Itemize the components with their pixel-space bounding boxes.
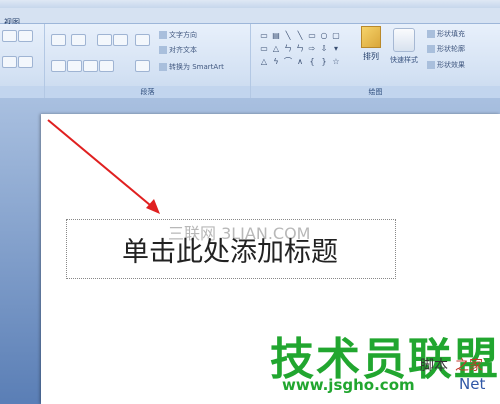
clear-format-button[interactable]	[2, 56, 17, 68]
quick-styles-label: 快速样式	[390, 56, 418, 64]
text-direction-icon	[159, 31, 167, 39]
decrease-indent-button[interactable]	[97, 34, 112, 46]
window-title-bar	[0, 0, 500, 8]
shape-effects-label: 形状效果	[437, 61, 465, 69]
shape-outline-label: 形状轮廓	[437, 45, 465, 53]
justify-button[interactable]	[99, 60, 114, 72]
align-text-icon	[159, 46, 167, 54]
align-center-button[interactable]	[67, 60, 82, 72]
text-direction-button[interactable]: 文字方向	[159, 30, 197, 40]
effects-icon	[427, 61, 435, 69]
text-direction-label: 文字方向	[169, 31, 197, 39]
pen-icon	[427, 45, 435, 53]
wave-shape-icon[interactable]: ∧	[295, 57, 305, 66]
increase-indent-button[interactable]	[113, 34, 128, 46]
quick-styles-icon	[393, 28, 415, 52]
smartart-icon	[159, 63, 167, 71]
paragraph-group-label: 段落	[45, 86, 250, 98]
paragraph-group: 文字方向 对齐文本 转换为 SmartArt 段落	[45, 24, 251, 98]
arc-shape-icon[interactable]: ⌒	[283, 57, 293, 66]
shape-fill-button[interactable]: 形状填充	[427, 29, 465, 39]
connector-shape-icon[interactable]: ㄣ	[283, 44, 293, 53]
shape-effects-button[interactable]: 形状效果	[427, 60, 465, 70]
oval-shape-icon[interactable]: ○	[319, 31, 329, 40]
shape-fill-label: 形状填充	[437, 30, 465, 38]
numbering-button[interactable]	[71, 34, 86, 46]
quick-styles-button[interactable]: 快速样式	[386, 28, 422, 74]
shape-outline-button[interactable]: 形状轮廓	[427, 44, 465, 54]
align-left-button[interactable]	[51, 60, 66, 72]
lightning-shape-icon[interactable]: ϟ	[271, 57, 281, 66]
ribbon-tab-bar: 视图	[0, 8, 500, 27]
font-grow-button[interactable]	[2, 30, 17, 42]
convert-smartart-button[interactable]: 转换为 SmartArt	[159, 62, 224, 72]
convert-smartart-label: 转换为 SmartArt	[169, 63, 224, 71]
arrow-right-shape-icon[interactable]: ⇨	[307, 44, 317, 53]
jb2-watermark: 之家	[455, 358, 483, 374]
font-color-button[interactable]	[18, 56, 33, 68]
font-shrink-button[interactable]	[18, 30, 33, 42]
columns-button[interactable]	[135, 60, 150, 72]
arrange-label: 排列	[363, 52, 379, 61]
vertical-textbox-shape-icon[interactable]: ▤	[271, 31, 281, 40]
textbox-shape-icon[interactable]: ▭	[259, 31, 269, 40]
rectangle-shape-icon[interactable]: ▭	[307, 31, 317, 40]
brace-right-shape-icon[interactable]: }	[319, 57, 329, 66]
net-watermark: Net	[459, 375, 486, 393]
rect2-shape-icon[interactable]: ▭	[259, 44, 269, 53]
arrow-down-shape-icon[interactable]: ⇩	[319, 44, 329, 53]
arrange-icon	[361, 26, 381, 48]
font-group	[0, 24, 45, 98]
freeform-shape-icon[interactable]: △	[259, 57, 269, 66]
line-spacing-button[interactable]	[135, 34, 150, 46]
font-group-label	[0, 86, 44, 98]
line-shape-icon[interactable]: ╲	[283, 31, 293, 40]
align-text-button[interactable]: 对齐文本	[159, 45, 197, 55]
bullets-button[interactable]	[51, 34, 66, 46]
title-placeholder-text[interactable]: 单击此处添加标题	[66, 230, 394, 269]
fill-bucket-icon	[427, 30, 435, 38]
align-right-button[interactable]	[83, 60, 98, 72]
drawing-group: ▭ ▤ ╲ ╲ ▭ ○ ▢ ▭ △ ㄣ ㄣ ⇨ ⇩ ▾ △ ϟ ⌒ ∧ { } …	[251, 24, 500, 98]
drawing-group-label: 绘图	[251, 86, 500, 98]
arrange-button[interactable]: 排列	[359, 26, 383, 72]
rounded-rect-shape-icon[interactable]: ▢	[331, 31, 341, 40]
align-text-label: 对齐文本	[169, 46, 197, 54]
triangle-shape-icon[interactable]: △	[271, 44, 281, 53]
line2-shape-icon[interactable]: ╲	[295, 31, 305, 40]
ribbon: 文字方向 对齐文本 转换为 SmartArt 段落 ▭ ▤ ╲ ╲ ▭ ○ ▢ …	[0, 24, 500, 98]
brace-left-shape-icon[interactable]: {	[307, 57, 317, 66]
shape-more-icon[interactable]: ▾	[331, 44, 341, 53]
connector2-shape-icon[interactable]: ㄣ	[295, 44, 305, 53]
url-watermark: www.jsgho.com	[282, 376, 415, 394]
jb-watermark: 脚本	[420, 358, 448, 374]
star-shape-icon[interactable]: ☆	[331, 57, 341, 66]
